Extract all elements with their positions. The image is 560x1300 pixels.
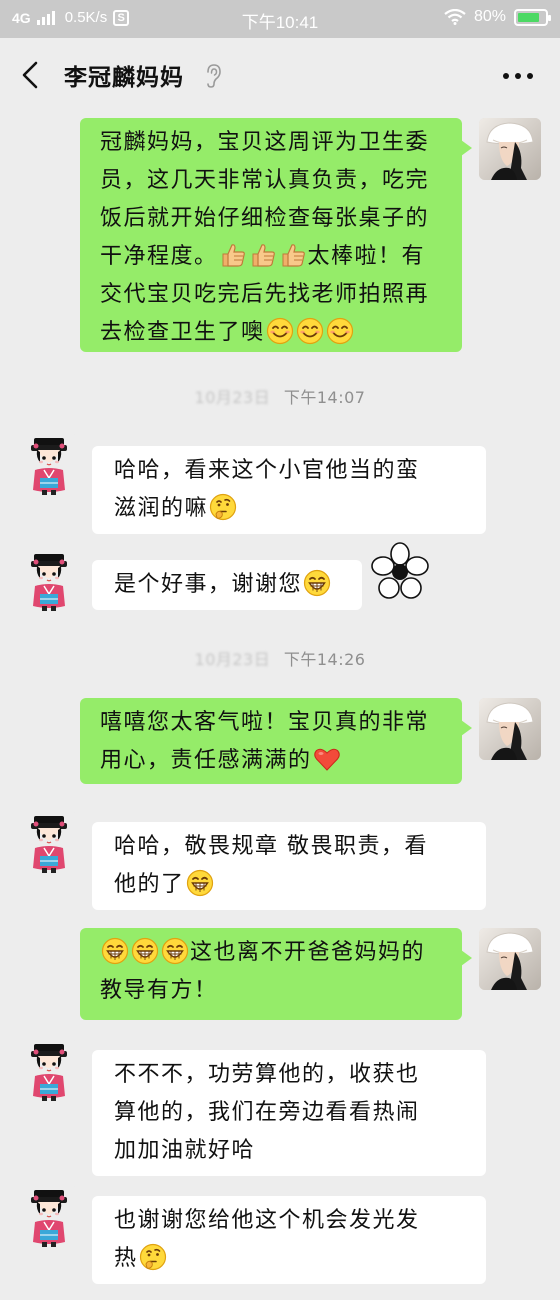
message-line: 冠麟妈妈，宝贝这周评为卫生委	[100, 130, 430, 155]
timestamp: 10月23日 下午14:07	[0, 384, 560, 408]
my-avatar[interactable]	[479, 698, 541, 760]
message-line: 干净程度。 太棒啦！有	[100, 238, 448, 276]
message-line: 嘻嘻您太客气啦！宝贝真的非常	[100, 710, 430, 735]
message-line: 不不不，功劳算他的，收获也	[114, 1062, 420, 1087]
grin-emoji	[101, 937, 129, 965]
message-line: 加加油就好哈	[114, 1138, 256, 1163]
message-bubble-received[interactable]: 哈哈，看来这个小官他当的蛮 滋润的嘛	[92, 446, 486, 534]
message-line: 这也离不开爸爸妈妈的	[100, 934, 448, 972]
message-line: 他的了	[114, 866, 472, 904]
my-avatar[interactable]	[479, 118, 541, 180]
grin-emoji	[131, 937, 159, 965]
status-right: 80%	[444, 8, 551, 26]
message-line: 哈哈，敬畏规章 敬畏职责，看	[114, 834, 428, 859]
message-bubble-sent[interactable]: 嘻嘻您太客气啦！宝贝真的非常 用心，责任感满满的	[80, 698, 472, 784]
message-line: 用心，责任感满满的	[100, 742, 448, 780]
message-bubble-sent[interactable]: 冠麟妈妈，宝贝这周评为卫生委 员，这几天非常认真负责，吃完 饭后就开始仔细检查每…	[80, 118, 472, 352]
contact-avatar[interactable]	[18, 1186, 80, 1248]
timestamp-date: 10月23日	[194, 388, 271, 407]
thumbs-up-emoji	[249, 241, 277, 269]
smile-emoji	[266, 317, 294, 345]
contact-avatar[interactable]	[18, 1040, 80, 1102]
chat-title: 李冠麟妈妈	[64, 65, 184, 91]
message-line: 去检查卫生了噢	[100, 314, 448, 352]
timestamp-date: 10月23日	[194, 650, 271, 669]
grin-emoji	[161, 937, 189, 965]
battery-icon	[514, 8, 551, 26]
message-line: 热	[114, 1240, 472, 1278]
contact-avatar[interactable]	[18, 434, 80, 496]
contact-avatar[interactable]	[18, 812, 80, 874]
message-line: 滋润的嘛	[114, 490, 472, 528]
message-line: 员，这几天非常认真负责，吃完	[100, 168, 430, 193]
smile-emoji	[326, 317, 354, 345]
message-line: 算他的，我们在旁边看看热闹	[114, 1100, 420, 1125]
chat-header: 李冠麟妈妈	[0, 38, 560, 112]
battery-fill	[518, 12, 539, 22]
grin-emoji	[186, 869, 214, 897]
my-avatar[interactable]	[479, 928, 541, 990]
more-dots-icon[interactable]	[502, 72, 534, 80]
message-line: 是个好事，谢谢您	[114, 566, 348, 604]
thumbs-up-emoji	[219, 241, 247, 269]
ear-icon	[207, 64, 221, 88]
back-button[interactable]	[16, 58, 48, 92]
smile-emoji	[296, 317, 324, 345]
message-bubble-sent[interactable]: 这也离不开爸爸妈妈的 教导有方！	[80, 928, 472, 1020]
flower-sticker	[370, 542, 430, 602]
thinking-emoji	[139, 1243, 167, 1271]
message-line: 交代宝贝吃完后先找老师拍照再	[100, 282, 430, 307]
thinking-emoji	[209, 493, 237, 521]
timestamp-time: 下午14:07	[283, 388, 366, 407]
message-bubble-received[interactable]: 不不不，功劳算他的，收获也 算他的，我们在旁边看看热闹 加加油就好哈	[92, 1050, 486, 1176]
battery-percent: 80%	[473, 8, 506, 25]
message-line: 教导有方！	[100, 978, 218, 1003]
red-heart-emoji	[313, 745, 341, 773]
timestamp: 10月23日 下午14:26	[0, 646, 560, 670]
message-line: 也谢谢您给他这个机会发光发	[114, 1208, 420, 1233]
timestamp-time: 下午14:26	[283, 650, 366, 669]
message-line: 哈哈，看来这个小官他当的蛮	[114, 458, 420, 483]
status-bar: 4G 0.5K/s S 下午10:41 80%	[0, 0, 560, 38]
message-list[interactable]: 冠麟妈妈，宝贝这周评为卫生委 员，这几天非常认真负责，吃完 饭后就开始仔细检查每…	[0, 112, 560, 1300]
message-bubble-received[interactable]: 也谢谢您给他这个机会发光发 热	[92, 1196, 486, 1284]
message-bubble-received[interactable]: 哈哈，敬畏规章 敬畏职责，看 他的了	[92, 822, 486, 910]
contact-avatar[interactable]	[18, 550, 80, 612]
wifi-icon	[444, 9, 466, 25]
thumbs-up-emoji	[279, 241, 307, 269]
message-line: 饭后就开始仔细检查每张桌子的	[100, 206, 430, 231]
message-bubble-received[interactable]: 是个好事，谢谢您	[92, 560, 362, 610]
grin-emoji	[303, 569, 331, 597]
